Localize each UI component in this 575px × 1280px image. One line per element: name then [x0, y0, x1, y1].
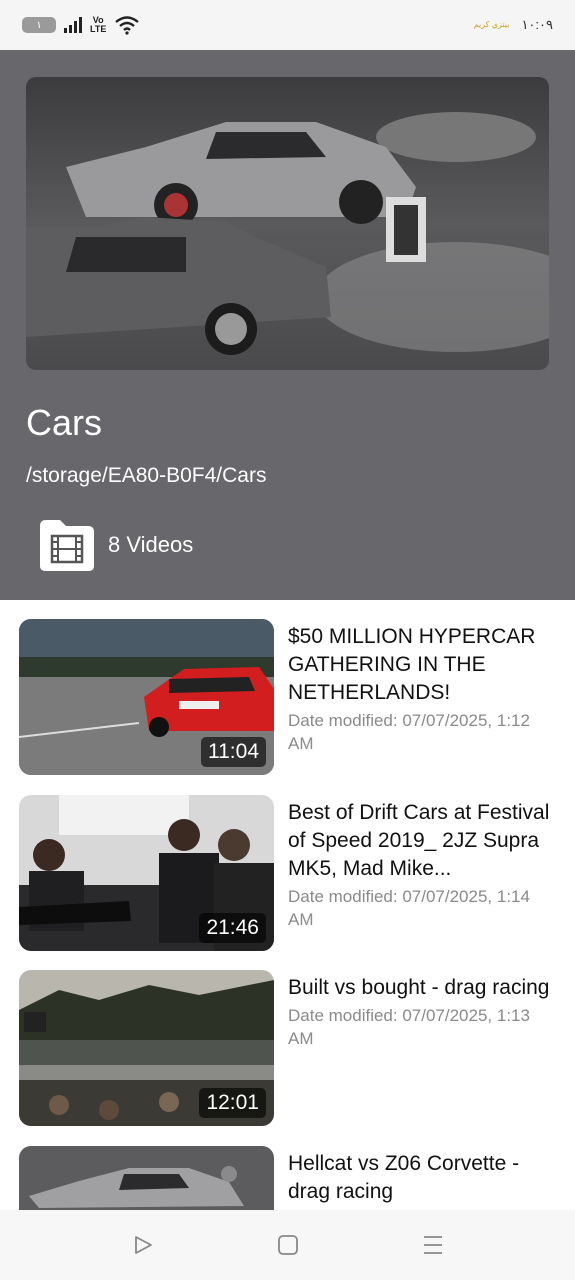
video-thumbnail[interactable] [19, 1146, 274, 1210]
video-info[interactable]: Hellcat vs Z06 Corvette - drag racing [288, 1150, 553, 1206]
video-thumbnail[interactable]: 21:46 [19, 795, 274, 951]
video-title: $50 MILLION HYPERCAR GATHERING IN THE NE… [288, 625, 536, 704]
folder-path: /storage/EA80-B0F4/Cars [26, 464, 267, 487]
video-info[interactable]: Built vs bought - drag racing Date modif… [288, 974, 553, 1050]
video-duration: 12:01 [199, 1088, 266, 1118]
video-count: 8 Videos [38, 518, 193, 572]
wifi-icon [115, 16, 140, 35]
video-thumbnail[interactable]: 11:04 [19, 619, 274, 775]
volte-icon: Vo LTE [90, 15, 107, 34]
video-date: Date modified: 07/07/2025, 1:14 AM [288, 887, 530, 929]
video-list[interactable]: 11:04 $50 MILLION HYPERCAR GATHERING IN … [0, 600, 575, 1210]
menu-lines-icon [423, 1236, 442, 1254]
video-info[interactable]: Best of Drift Cars at Festival of Speed … [288, 799, 553, 931]
video-thumbnail[interactable]: 12:01 [19, 970, 274, 1126]
signal-icon [64, 17, 82, 33]
video-date: Date modified: 07/07/2025, 1:12 AM [288, 711, 530, 753]
system-nav-bar [0, 1210, 575, 1280]
list-item[interactable]: Hellcat vs Z06 Corvette - drag racing [0, 1146, 575, 1210]
video-title: Best of Drift Cars at Festival of Speed … [288, 801, 550, 880]
battery-level: ١ [36, 19, 42, 31]
list-item[interactable]: 12:01 Built vs bought - drag racing Date… [0, 970, 575, 1130]
video-info[interactable]: $50 MILLION HYPERCAR GATHERING IN THE NE… [288, 623, 553, 755]
folder-video-icon [40, 520, 94, 571]
video-title: Hellcat vs Z06 Corvette - drag racing [288, 1152, 520, 1203]
folder-cover-image [26, 77, 549, 370]
folder-header: Cars /storage/EA80-B0F4/Cars 8 Videos [0, 50, 575, 600]
status-bar: ١ Vo LTE بيتزي كريم ١٠:٠٩ [0, 0, 575, 50]
carrier-label: بيتزي كريم [473, 20, 510, 29]
video-count-label: 8 Videos [108, 532, 194, 557]
list-item[interactable]: 11:04 $50 MILLION HYPERCAR GATHERING IN … [0, 619, 575, 779]
triangle-back-icon [134, 1236, 152, 1254]
folder-title: Cars [26, 402, 103, 443]
square-home-icon [277, 1235, 298, 1255]
list-item[interactable]: 21:46 Best of Drift Cars at Festival of … [0, 795, 575, 955]
nav-home-button[interactable] [268, 1225, 308, 1265]
video-duration: 21:46 [199, 913, 266, 943]
battery-icon: ١ [22, 17, 56, 33]
nav-back-button[interactable] [123, 1225, 163, 1265]
video-duration: 11:04 [201, 737, 266, 767]
nav-menu-button[interactable] [413, 1225, 453, 1265]
video-title: Built vs bought - drag racing [288, 976, 550, 999]
video-date: Date modified: 07/07/2025, 1:13 AM [288, 1006, 530, 1048]
clock: ١٠:٠٩ [521, 17, 553, 32]
